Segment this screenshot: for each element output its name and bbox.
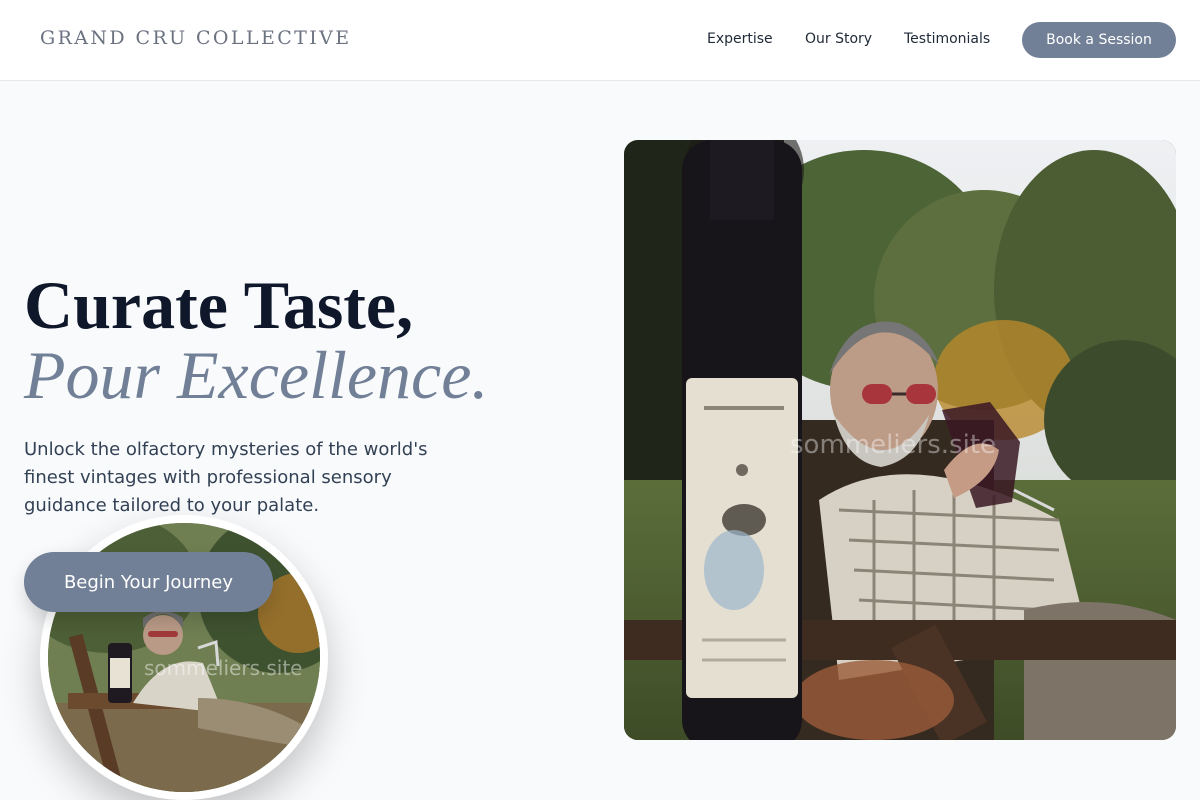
hero-headline-line1: Curate Taste,: [24, 267, 414, 343]
hero-image-watermark: sommeliers.site: [790, 430, 997, 460]
nav-link-our-story[interactable]: Our Story: [805, 31, 872, 47]
brand-logo[interactable]: GRAND CRU COLLECTIVE: [40, 27, 352, 49]
hero-lead-text: Unlock the olfactory mysteries of the wo…: [24, 439, 428, 516]
book-session-button[interactable]: Book a Session: [1022, 22, 1176, 58]
begin-journey-button[interactable]: Begin Your Journey: [24, 552, 273, 612]
hero-image: sommeliers.site: [624, 140, 1176, 740]
nav-link-expertise[interactable]: Expertise: [707, 31, 773, 47]
top-navigation: GRAND CRU COLLECTIVE Expertise Our Story…: [0, 0, 1200, 81]
hero-headline-line2: Pour Excellence.: [24, 337, 489, 413]
thumb-watermark: sommeliers.site: [144, 656, 303, 680]
nav-link-testimonials[interactable]: Testimonials: [904, 31, 990, 47]
